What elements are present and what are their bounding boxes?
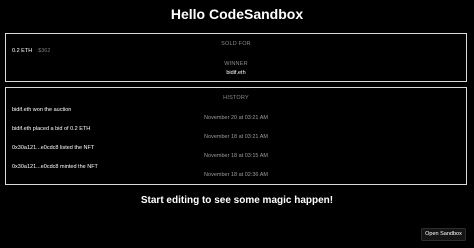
price-eth: 0.2 ETH: [12, 48, 33, 54]
sold-price: 0.2 ETH $362: [12, 48, 50, 54]
sold-card: SOLD FOR 0.2 ETH $362 WINNER bidif.eth: [5, 33, 467, 82]
open-sandbox-button[interactable]: Open Sandbox: [421, 228, 466, 241]
winner-label: WINNER: [224, 61, 248, 67]
history-event-time: November 18 at 02:36 AM: [204, 172, 268, 178]
history-label: HISTORY: [223, 95, 249, 101]
page: Hello CodeSandbox SOLD FOR 0.2 ETH $362 W…: [0, 0, 474, 248]
history-event-time: November 18 at 03:21 AM: [204, 134, 268, 140]
tagline: Start editing to see some magic happen!: [140, 195, 334, 206]
history-event-text: 0x30a121...e0cdc8 minted the NFT: [12, 164, 98, 170]
page-title: Hello CodeSandbox: [170, 6, 304, 22]
history-card: HISTORY bidif.eth won the auction Novemb…: [5, 87, 467, 185]
history-event-time: November 20 at 03:21 AM: [204, 115, 268, 121]
sold-for-label: SOLD FOR: [221, 41, 251, 47]
history-event-text: bidif.eth placed a bid of 0.2 ETH: [12, 126, 91, 132]
history-event-text: 0x30a121...e0cdc8 listed the NFT: [12, 145, 95, 151]
history-event-text: bidif.eth won the auction: [12, 107, 72, 113]
winner-name: bidif.eth: [226, 70, 246, 76]
history-event-time: November 18 at 03:15 AM: [204, 153, 268, 159]
price-usd: $362: [38, 48, 51, 54]
